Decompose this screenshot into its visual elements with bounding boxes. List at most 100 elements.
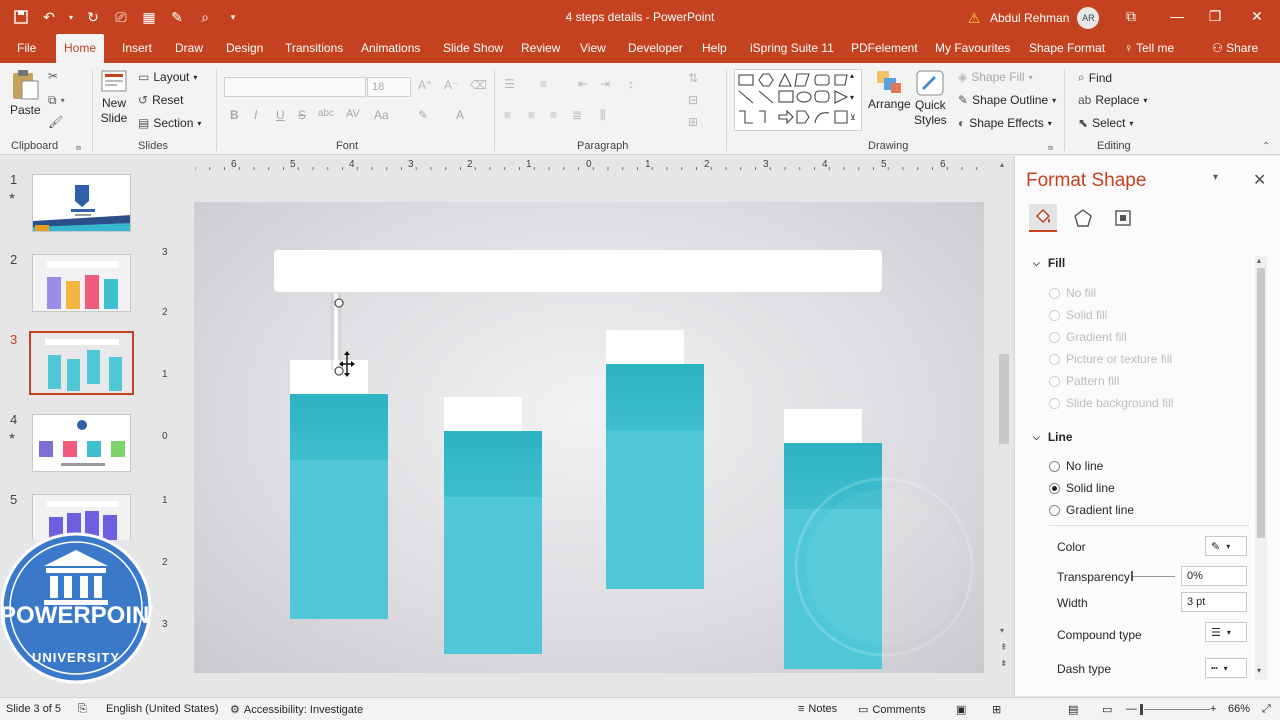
tab-pdfelement[interactable]: PDFelement	[843, 34, 926, 63]
change-case-icon[interactable]: Aa	[374, 108, 389, 122]
align-center-icon[interactable]: ≡	[528, 108, 535, 122]
paste-button[interactable]: Paste	[10, 69, 41, 117]
zoom-level[interactable]: 66%	[1228, 703, 1250, 715]
bullets-icon[interactable]: ☰	[504, 77, 515, 91]
tab-slide-show[interactable]: Slide Show	[435, 34, 511, 63]
user-area[interactable]: ⚠ Abdul Rehman AR	[966, 7, 1100, 29]
dash-type-dropdown[interactable]: ┅ ▾	[1205, 658, 1247, 678]
scroll-up-icon[interactable]: ▴	[1000, 160, 1004, 169]
language-indicator[interactable]: English (United States)	[106, 703, 219, 715]
zoom-in-icon[interactable]: +	[1210, 703, 1216, 715]
font-color-icon[interactable]: A	[456, 108, 464, 122]
clipboard-launcher-icon[interactable]: ⧈	[76, 143, 81, 153]
clear-format-icon[interactable]: ⌫	[470, 78, 487, 92]
line-color-picker[interactable]: ✎ ▾	[1205, 536, 1247, 556]
shape-effects-button[interactable]: ◐ Shape Effects ▾	[958, 116, 1052, 130]
zoom-slider[interactable]	[1144, 709, 1210, 710]
smartart-icon[interactable]: ⊞	[688, 115, 698, 129]
size-properties-tab[interactable]	[1109, 204, 1137, 232]
tab-developer[interactable]: Developer	[620, 34, 691, 63]
fill-option-gradient[interactable]: Gradient fill	[1049, 330, 1127, 344]
tab-draw[interactable]: Draw	[167, 34, 211, 63]
step-3-bar[interactable]	[606, 364, 704, 589]
replace-button[interactable]: ab Replace ▾	[1078, 93, 1147, 107]
minimize-icon[interactable]: —	[1166, 6, 1188, 26]
underline-icon[interactable]: U	[276, 108, 285, 122]
fill-option-picture[interactable]: Picture or texture fill	[1049, 352, 1172, 366]
layout-button[interactable]: ▭ Layout ▾	[138, 70, 197, 84]
line-option-solid[interactable]: Solid line	[1049, 481, 1115, 495]
scroll-down-icon[interactable]: ▾	[1000, 626, 1004, 635]
zoom-slider-thumb[interactable]	[1140, 704, 1143, 715]
fill-section-header[interactable]: ⌵ Fill	[1033, 256, 1065, 270]
shapes-gallery[interactable]	[734, 69, 862, 131]
comments-button[interactable]: ▭ Comments	[858, 703, 926, 717]
shape-fill-button[interactable]: ◈ Shape Fill ▾	[958, 70, 1033, 84]
shrink-font-icon[interactable]: A⁻	[444, 78, 458, 92]
pane-options-icon[interactable]: ▾	[1213, 172, 1218, 183]
reading-view-icon[interactable]: ▤	[1068, 703, 1078, 716]
tab-review[interactable]: Review	[513, 34, 568, 63]
copy-icon[interactable]: ⧉ ▾	[48, 93, 65, 108]
grow-font-icon[interactable]: A⁺	[418, 78, 432, 92]
step-4-cap[interactable]	[784, 409, 862, 443]
fill-option-solid[interactable]: Solid fill	[1049, 308, 1107, 322]
pane-scrollbar[interactable]: ▴ ▾	[1255, 256, 1267, 680]
maximize-icon[interactable]: ❐	[1204, 6, 1226, 26]
tab-transitions[interactable]: Transitions	[277, 34, 351, 63]
transparency-input[interactable]: 0%	[1181, 566, 1247, 586]
close-icon[interactable]: ✕	[1246, 6, 1268, 26]
decrease-indent-icon[interactable]: ⇤	[578, 77, 588, 91]
tab-help[interactable]: Help	[694, 34, 735, 63]
effects-tab[interactable]	[1069, 204, 1097, 232]
italic-icon[interactable]: I	[254, 108, 257, 122]
tab-my-favourites[interactable]: My Favourites	[927, 34, 1018, 63]
compound-type-dropdown[interactable]: ☰ ▾	[1205, 622, 1247, 642]
numbering-icon[interactable]: ≡	[540, 77, 547, 91]
editor-vertical-scrollbar[interactable]: ▴ ▾ ⇞ ⇟	[997, 158, 1011, 678]
slideshow-view-icon[interactable]: ▭	[1102, 703, 1112, 716]
step-2-bar[interactable]	[444, 431, 542, 654]
step-1-bar[interactable]	[290, 394, 388, 619]
fill-option-pattern[interactable]: Pattern fill	[1049, 374, 1119, 388]
slide-thumbnail-1[interactable]	[32, 174, 131, 232]
line-section-header[interactable]: ⌵ Line	[1033, 430, 1073, 444]
slide-thumbnail-4[interactable]	[32, 414, 131, 472]
reset-button[interactable]: ↺ Reset	[138, 93, 183, 107]
transparency-slider[interactable]	[1131, 576, 1175, 577]
transparency-slider-thumb[interactable]	[1131, 571, 1133, 581]
format-painter-icon[interactable]: 🖌	[48, 115, 63, 129]
drawing-launcher-icon[interactable]: ⧈	[1048, 143, 1053, 153]
tab-insert[interactable]: Insert	[114, 34, 160, 63]
tab-ispring[interactable]: iSpring Suite 11	[742, 34, 842, 63]
step-2-cap[interactable]	[444, 397, 522, 431]
arrange-button[interactable]: Arrange	[868, 69, 911, 111]
find-button[interactable]: ⌕ Find	[1078, 70, 1112, 85]
shadow-icon[interactable]: S	[298, 108, 306, 122]
scrollbar-thumb[interactable]	[999, 354, 1009, 444]
align-text-icon[interactable]: ⊟	[688, 93, 698, 107]
section-button[interactable]: ▤ Section ▾	[138, 116, 201, 130]
collapse-ribbon-icon[interactable]: ⌃	[1262, 141, 1270, 152]
select-button[interactable]: ⬉ Select ▾	[1078, 116, 1133, 130]
font-name-combo[interactable]	[224, 77, 366, 97]
tab-animations[interactable]: Animations	[353, 34, 428, 63]
cut-icon[interactable]: ✂	[48, 69, 58, 83]
tab-shape-format[interactable]: Shape Format	[1021, 34, 1113, 63]
shape-outline-button[interactable]: ✎ Shape Outline ▾	[958, 93, 1056, 107]
columns-icon[interactable]: ⫼	[600, 108, 606, 123]
step-3-cap[interactable]	[606, 330, 684, 364]
accessibility-button[interactable]: ⚙ Accessibility: Investigate	[230, 703, 363, 717]
align-left-icon[interactable]: ≡	[504, 108, 511, 122]
new-slide-button[interactable]: New Slide	[100, 69, 128, 125]
width-input[interactable]: 3 pt	[1181, 592, 1247, 612]
share-button[interactable]: ⚇ Share	[1204, 34, 1266, 63]
text-direction-icon[interactable]: ⇅	[688, 71, 698, 85]
spelling-icon[interactable]: ⎘	[78, 703, 87, 716]
fit-slide-icon[interactable]: ⤢	[1262, 703, 1271, 716]
highlight-icon[interactable]: ✎	[418, 108, 428, 122]
tell-me[interactable]: ♀ Tell me	[1116, 34, 1182, 63]
pane-close-icon[interactable]: ✕	[1253, 170, 1266, 190]
zoom-out-icon[interactable]: —	[1126, 703, 1137, 715]
align-right-icon[interactable]: ≡	[550, 108, 557, 122]
